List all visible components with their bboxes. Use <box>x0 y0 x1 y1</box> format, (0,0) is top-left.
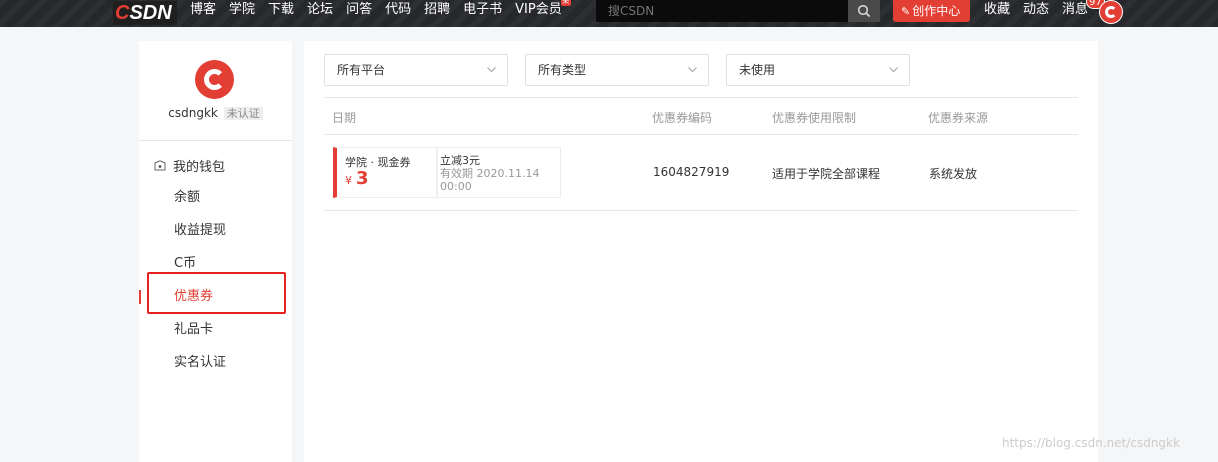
sidebar-item-balance[interactable]: 余额 <box>139 181 292 214</box>
platform-select[interactable]: 所有平台 <box>324 54 508 86</box>
search-button[interactable] <box>848 0 880 22</box>
chevron-down-icon <box>688 67 697 73</box>
user-avatar[interactable] <box>195 60 234 99</box>
table-header: 日期 优惠券编码 优惠券使用限制 优惠券来源 <box>324 98 1078 135</box>
coupon-card: 学院 · 现金券 ¥ 3 <box>333 147 437 198</box>
coupon-amount: 3 <box>356 168 369 189</box>
filter-bar: 所有平台 所有类型 未使用 <box>324 54 927 86</box>
user-nav-links: 收藏 动态 消息 97 <box>984 0 1105 22</box>
coupon-source: 系统发放 <box>929 167 978 181</box>
nav-link-favorites[interactable]: 收藏 <box>984 0 1010 22</box>
nav-link-qa[interactable]: 问答 <box>346 0 372 27</box>
create-center-button[interactable]: ✎ 创作中心 <box>893 0 970 22</box>
pen-icon: ✎ <box>901 5 911 18</box>
wallet-sidebar: csdngkk 未认证 我的钱包 余额 收益提现 C币 优惠券 礼品卡 实名认证 <box>139 41 292 462</box>
coupon-currency: ¥ <box>345 174 352 187</box>
wallet-title: 我的钱包 <box>154 156 225 175</box>
coupon-type: 学院 · 现金券 <box>345 156 411 169</box>
column-header-code: 优惠券编码 <box>652 111 713 125</box>
user-avatar-small[interactable] <box>1099 0 1123 24</box>
coupon-detail: 立减3元 有效期 2020.11.14 00:00 <box>437 147 561 198</box>
logo-prefix: C <box>115 2 130 24</box>
vip-badge: 荣 <box>560 0 571 6</box>
column-header-date: 日期 <box>332 111 357 125</box>
coupon-panel: 所有平台 所有类型 未使用 日期 优惠券编码 优惠券使用限制 优惠券来源 学院 … <box>304 41 1098 462</box>
coupon-validity: 有效期 2020.11.14 00:00 <box>440 167 540 193</box>
status-select-value: 未使用 <box>739 63 776 77</box>
username[interactable]: csdngkk <box>168 106 218 120</box>
main-nav-links: 博客 学院 下载 论坛 问答 代码 招聘 电子书 VIP会员 荣 <box>190 0 575 27</box>
chevron-down-icon <box>487 67 496 73</box>
nav-link-forum[interactable]: 论坛 <box>307 0 333 27</box>
chevron-down-icon <box>889 67 898 73</box>
type-select[interactable]: 所有类型 <box>525 54 709 86</box>
nav-link-code[interactable]: 代码 <box>385 0 411 27</box>
search-input[interactable] <box>596 0 848 22</box>
search-icon <box>857 4 871 18</box>
wallet-icon <box>154 160 166 171</box>
coupon-code: 1604827919 <box>653 165 730 179</box>
annotation-highlight-box <box>147 272 286 314</box>
table-row-border <box>324 210 1078 211</box>
sidebar-item-verification[interactable]: 实名认证 <box>139 346 292 379</box>
nav-link-jobs[interactable]: 招聘 <box>424 0 450 27</box>
username-row: csdngkk 未认证 <box>139 105 292 121</box>
nav-link-academy[interactable]: 学院 <box>229 0 255 27</box>
wallet-title-label: 我的钱包 <box>173 160 226 175</box>
csdn-logo[interactable]: CSDN <box>113 1 177 25</box>
active-indicator <box>139 290 141 304</box>
messages-label: 消息 <box>1062 2 1089 17</box>
watermark-text: https://blog.csdn.net/csdngkk <box>1002 436 1180 450</box>
type-select-value: 所有类型 <box>538 63 587 77</box>
sidebar-item-withdraw[interactable]: 收益提现 <box>139 214 292 247</box>
logo-text: SDN <box>129 2 172 24</box>
cert-status-badge[interactable]: 未认证 <box>223 107 263 120</box>
nav-link-activity[interactable]: 动态 <box>1023 0 1049 22</box>
column-header-source: 优惠券来源 <box>928 111 989 125</box>
top-nav-bar: CSDN 博客 学院 下载 论坛 问答 代码 招聘 电子书 VIP会员 荣 ✎创… <box>0 0 1218 27</box>
nav-link-download[interactable]: 下载 <box>268 0 294 27</box>
column-header-restriction: 优惠券使用限制 <box>772 111 857 125</box>
nav-link-messages[interactable]: 消息 97 <box>1062 0 1105 22</box>
search-box <box>596 0 848 22</box>
sidebar-item-gift-card[interactable]: 礼品卡 <box>139 313 292 346</box>
create-center-label: 创作中心 <box>912 4 961 18</box>
nav-link-ebook[interactable]: 电子书 <box>463 0 502 27</box>
coupon-discount: 立减3元 <box>440 154 480 167</box>
coupon-restriction: 适用于学院全部课程 <box>772 167 881 181</box>
nav-link-vip[interactable]: VIP会员 荣 <box>515 0 571 27</box>
nav-link-blog[interactable]: 博客 <box>190 0 216 27</box>
platform-select-value: 所有平台 <box>337 63 386 77</box>
nav-link-vip-label: VIP会员 <box>515 2 562 17</box>
status-select[interactable]: 未使用 <box>726 54 910 86</box>
table-row: 学院 · 现金券 ¥ 3 立减3元 有效期 2020.11.14 00:00 1… <box>324 135 1078 211</box>
sidebar-divider <box>139 140 292 141</box>
